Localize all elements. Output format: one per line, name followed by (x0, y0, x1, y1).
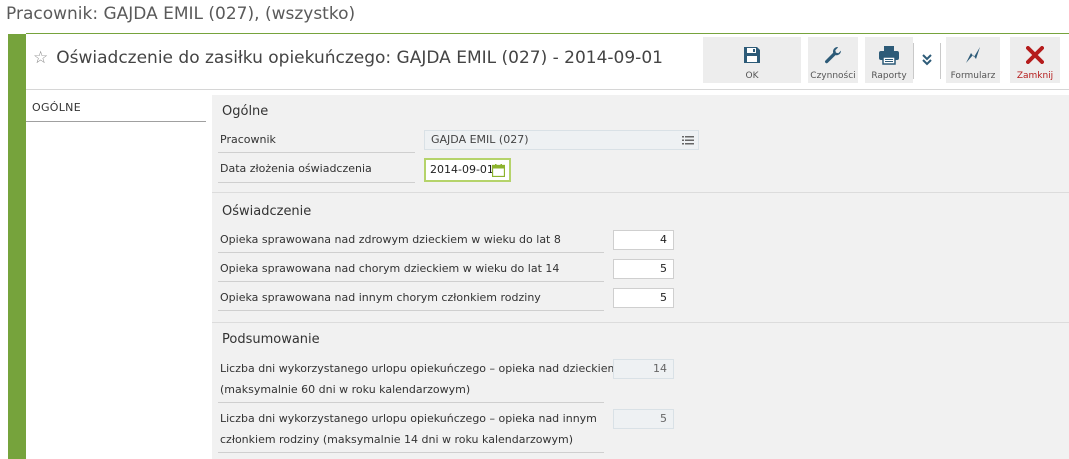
lightning-icon (966, 47, 980, 63)
section-divider (212, 192, 1069, 193)
dni-dziecko-label-line2: (maksymalnie 60 dni w roku kalendarzowym… (220, 383, 471, 396)
zdrowe-dziecko-input[interactable]: 4 (613, 230, 674, 250)
section-title-podsumowanie: Podsumowanie (222, 332, 320, 347)
form-title: Oświadczenie do zasiłku opiekuńczego: GA… (56, 48, 663, 68)
form-header: ☆ Oświadczenie do zasiłku opiekuńczego: … (33, 48, 663, 68)
field-underline (218, 252, 604, 253)
section-divider (212, 322, 1069, 323)
section-title-oswiadczenie: Oświadczenie (222, 204, 312, 219)
calendar-icon[interactable] (492, 164, 505, 177)
chore-dziecko-label: Opieka sprawowana nad chorym dzieckiem w… (220, 262, 560, 275)
data-zlozenia-value: 2014-09-01 (430, 163, 494, 176)
zamknij-button[interactable]: Zamknij (1010, 37, 1060, 83)
field-underline (218, 182, 415, 183)
raporty-button[interactable]: Raporty (865, 37, 913, 83)
pracownik-label: Pracownik (220, 133, 276, 146)
formularz-label: Formularz (950, 71, 996, 81)
header-top-divider (26, 33, 1069, 34)
formularz-button[interactable]: Formularz (946, 37, 1000, 83)
toolbar-separator (913, 43, 914, 79)
printer-icon (879, 46, 899, 65)
dni-dziecko-label-line1: Liczba dni wykorzystanego urlopu opiekuń… (220, 362, 619, 375)
header-divider (26, 89, 1069, 90)
field-underline (218, 152, 415, 153)
field-underline (218, 402, 604, 403)
czynnosci-button[interactable]: Czynności (808, 37, 858, 83)
more-actions-button[interactable] (916, 37, 938, 83)
data-zlozenia-label: Data złożenia oświadczenia (220, 162, 372, 175)
sidebar-divider (26, 121, 206, 122)
raporty-label: Raporty (871, 71, 907, 81)
dni-inny-value: 5 (613, 409, 674, 429)
zdrowe-dziecko-label: Opieka sprawowana nad zdrowym dzieckiem … (220, 233, 561, 246)
save-icon (744, 47, 760, 63)
field-underline (218, 310, 604, 311)
star-icon[interactable]: ☆ (33, 48, 48, 68)
zamknij-label: Zamknij (1016, 71, 1054, 81)
sidebar-item-ogolne[interactable]: OGÓLNE (32, 101, 81, 114)
dni-dziecko-value: 14 (613, 359, 674, 379)
list-icon[interactable] (682, 136, 694, 145)
inny-czlonek-label: Opieka sprawowana nad innym chorym człon… (220, 291, 541, 304)
toolbar-separator (940, 43, 941, 79)
window-title: Pracownik: GAJDA EMIL (027), (wszystko) (6, 4, 356, 24)
dni-inny-label-line1: Liczba dni wykorzystanego urlopu opiekuń… (220, 412, 597, 425)
chore-dziecko-input[interactable]: 5 (613, 259, 674, 279)
section-title-ogolne: Ogólne (222, 104, 269, 119)
data-zlozenia-field[interactable]: 2014-09-01 (424, 158, 511, 182)
pracownik-value: GAJDA EMIL (027) (431, 133, 529, 146)
inny-czlonek-input[interactable]: 5 (613, 288, 674, 308)
field-underline (218, 452, 604, 453)
dni-inny-label-line2: członkiem rodziny (maksymalnie 14 dni w … (220, 433, 573, 446)
ok-button[interactable]: OK (703, 37, 801, 83)
wrench-icon (825, 47, 842, 64)
pracownik-field[interactable]: GAJDA EMIL (027) (424, 130, 699, 150)
accent-bar (8, 34, 26, 459)
close-icon (1026, 46, 1044, 64)
chevron-down-icon (922, 54, 932, 66)
form-content: Ogólne Pracownik GAJDA EMIL (027) Data z… (212, 95, 1069, 459)
ok-label: OK (745, 71, 759, 81)
czynnosci-label: Czynności (810, 71, 856, 81)
field-underline (218, 281, 604, 282)
